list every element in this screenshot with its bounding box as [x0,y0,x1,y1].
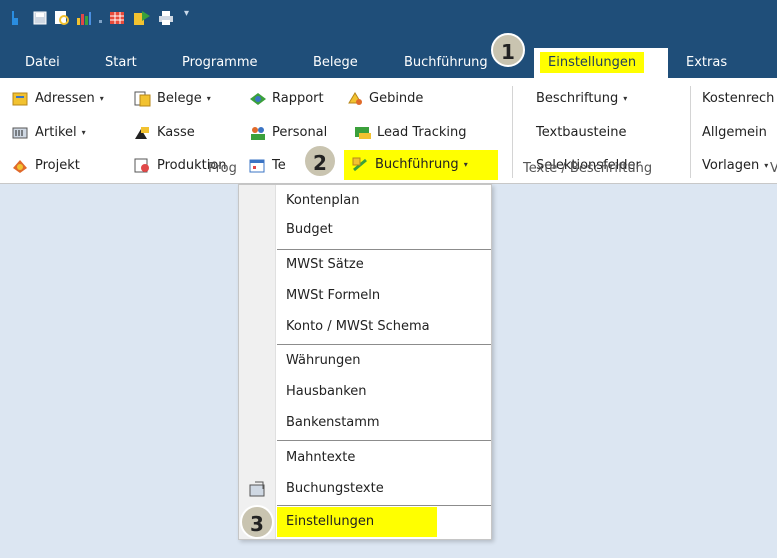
tab-buchfuehrung[interactable]: Buchführung [404,48,488,78]
lead-tracking-icon [354,125,372,141]
quick-access-toolbar: ▾ [0,0,777,48]
termine-button[interactable]: Te [249,156,286,176]
projekt-label: Projekt [35,158,80,173]
menu-item-mwst-saetze[interactable]: MWSt Sätze [277,250,491,280]
adressen-button[interactable]: Adressen ▾ [12,88,104,110]
tab-einstellungen[interactable]: Einstellungen [534,48,668,78]
menu-item-kontenplan[interactable]: Kontenplan [277,186,491,216]
kostenrechnung-label: Kostenrech [702,91,775,106]
group-label-other: V [770,161,777,176]
personal-button[interactable]: Personal [249,122,327,144]
chevron-down-icon: ▾ [623,94,628,103]
kasse-label: Kasse [157,125,195,140]
menu-item-waehrungen[interactable]: Währungen [277,346,491,376]
ribbon-panel: Adressen ▾ Belege ▾ Rapport Gebinde Besc… [0,78,777,184]
separator [99,20,102,23]
article-icon [12,125,30,141]
belege-label: Belege [157,91,202,106]
allgemein-button[interactable]: Allgemein [702,122,767,144]
beschriftung-label: Beschriftung [536,91,619,106]
booking-texts-icon [249,481,267,501]
production-icon [134,158,152,174]
menu-item-mwst-formeln[interactable]: MWSt Formeln [277,281,491,311]
vorlagen-button[interactable]: Vorlagen ▾ [702,156,768,176]
printer-icon[interactable] [158,10,174,26]
group-separator [690,86,691,178]
tab-extras[interactable]: Extras [686,48,727,78]
group-label-texte: Texte / Beschriftung [523,161,653,176]
container-icon [346,91,364,107]
address-book-icon [12,91,30,107]
ribbon-tabs: Datei Start Programme Belege Buchführung… [0,48,777,78]
buchfuehrung-label: Buchführung [375,157,459,172]
group-separator [512,86,513,178]
tab-einstellungen-label: Einstellungen [540,52,645,73]
report-icon [249,91,267,107]
menu-item-buchungstexte[interactable]: Buchungstexte [277,474,491,504]
menu-item-bankenstamm[interactable]: Bankenstamm [277,408,491,438]
accounting-icon [352,157,370,173]
project-icon [12,158,30,174]
tab-belege[interactable]: Belege [313,48,358,78]
menu-separator [277,505,491,506]
textbausteine-label: Textbausteine [536,125,627,140]
chevron-down-icon: ▾ [81,128,86,137]
import-icon[interactable] [133,10,151,26]
chevron-down-icon: ▾ [206,94,211,103]
projekt-button[interactable]: Projekt [12,156,80,176]
menu-item-hausbanken[interactable]: Hausbanken [277,377,491,407]
belege-button[interactable]: Belege ▾ [134,88,211,110]
buchfuehrung-dropdown-button[interactable]: Buchführung ▾ [344,150,498,180]
menu-separator [277,344,491,345]
menu-item-budget[interactable]: Budget [277,215,491,245]
group-label-programme: Prog [208,161,237,176]
termine-label: Te [272,158,286,173]
cash-register-icon [134,125,152,141]
vorlagen-label: Vorlagen [702,158,760,173]
rapport-label: Rapport [272,91,324,106]
beschriftung-button[interactable]: Beschriftung ▾ [536,88,627,110]
save-icon[interactable] [33,10,47,26]
calendar-icon [249,158,267,174]
tab-start[interactable]: Start [105,48,137,78]
documents-icon [134,91,152,107]
chevron-down-icon: ▾ [463,160,468,169]
menu-separator [277,440,491,441]
app-logo-icon [10,10,20,26]
callout-3: 3 [240,505,274,539]
gebinde-label: Gebinde [369,91,424,106]
tab-datei[interactable]: Datei [25,48,60,78]
artikel-label: Artikel [35,125,77,140]
menu-item-mahntexte[interactable]: Mahntexte [277,443,491,473]
rapport-button[interactable]: Rapport [249,88,324,110]
menu-item-konto-mwst-schema[interactable]: Konto / MWSt Schema [277,312,491,342]
kostenrechnung-button[interactable]: Kostenrech [702,88,774,110]
gebinde-button[interactable]: Gebinde [346,88,423,110]
chevron-down-icon: ▾ [764,161,769,170]
print-preview-icon[interactable] [54,10,70,26]
lead-tracking-button[interactable]: Lead Tracking [354,122,466,144]
customize-toolbar-arrow[interactable]: ▾ [184,8,189,19]
menu-item-einstellungen-label: Einstellungen [277,507,437,537]
personal-label: Personal [272,125,328,140]
tab-programme[interactable]: Programme [182,48,258,78]
people-icon [249,125,267,141]
lead-tracking-label: Lead Tracking [377,125,467,140]
textbausteine-button[interactable]: Textbausteine [536,122,626,144]
artikel-button[interactable]: Artikel ▾ [12,122,86,144]
adressen-label: Adressen [35,91,95,106]
table-icon[interactable] [109,10,125,26]
chart-icon[interactable] [76,10,92,26]
callout-2: 2 [303,144,337,178]
callout-1: 1 [491,33,525,67]
menu-item-einstellungen[interactable]: Einstellungen [277,507,491,537]
buchfuehrung-menu: Kontenplan Budget MWSt Sätze MWSt Formel… [238,184,492,540]
allgemein-label: Allgemein [702,125,767,140]
kasse-button[interactable]: Kasse [134,122,195,144]
chevron-down-icon: ▾ [99,94,104,103]
